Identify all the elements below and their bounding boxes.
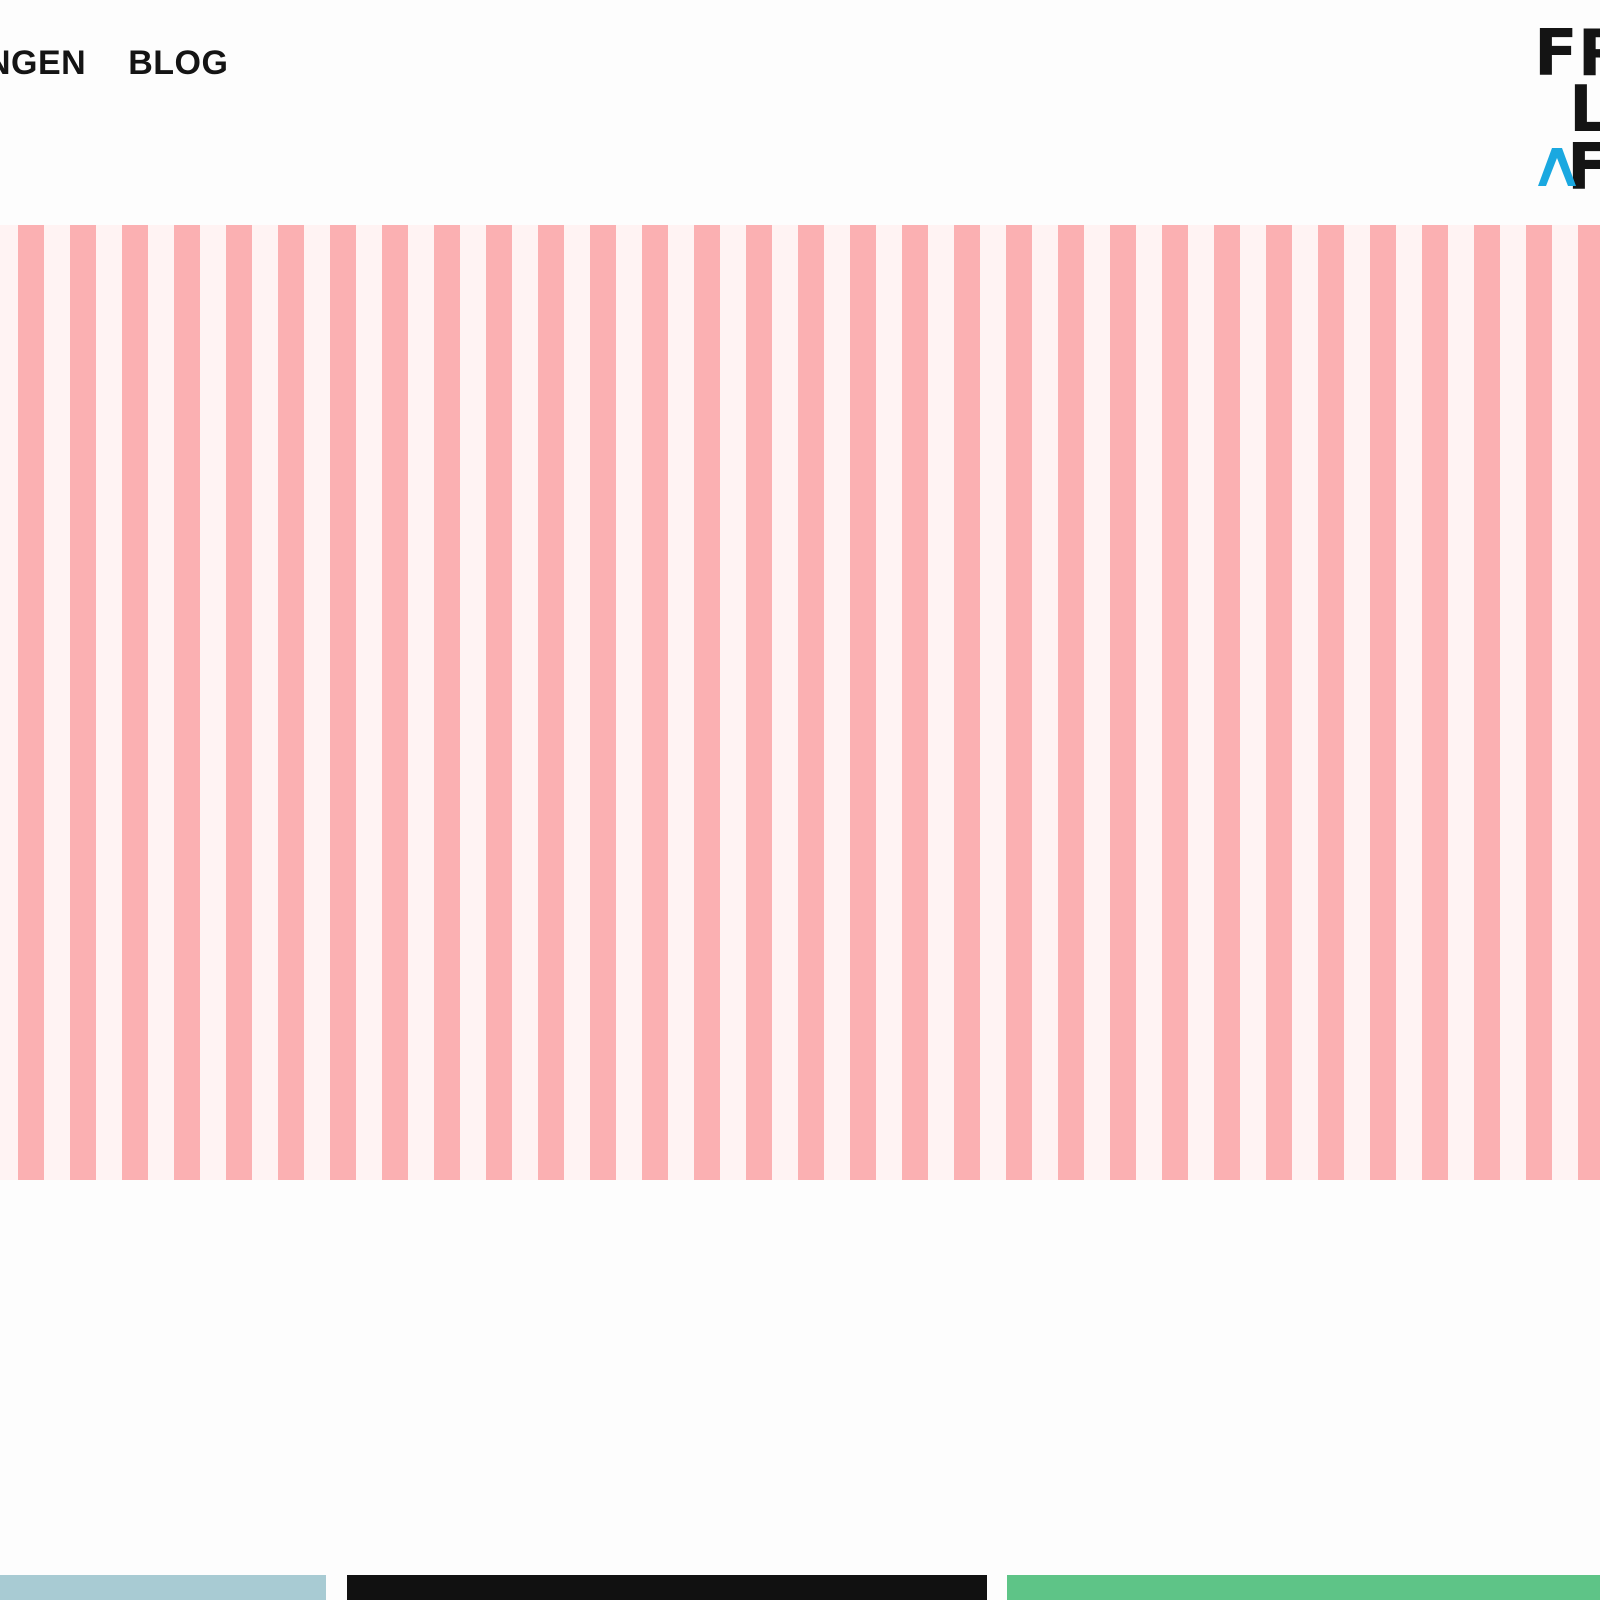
page: NGEN BLOG FR L F (0, 0, 1600, 1600)
main-nav: NGEN BLOG (0, 44, 228, 83)
caret-up-icon (1538, 148, 1576, 186)
nav-item-ngen[interactable]: NGEN (0, 44, 86, 83)
card-black[interactable] (347, 1575, 987, 1600)
striped-hero-banner (0, 225, 1600, 1180)
card-green[interactable] (1007, 1575, 1600, 1600)
card-blue[interactable] (0, 1575, 326, 1600)
nav-item-blog[interactable]: BLOG (128, 44, 228, 83)
site-logo[interactable]: FR L F (1530, 22, 1600, 192)
